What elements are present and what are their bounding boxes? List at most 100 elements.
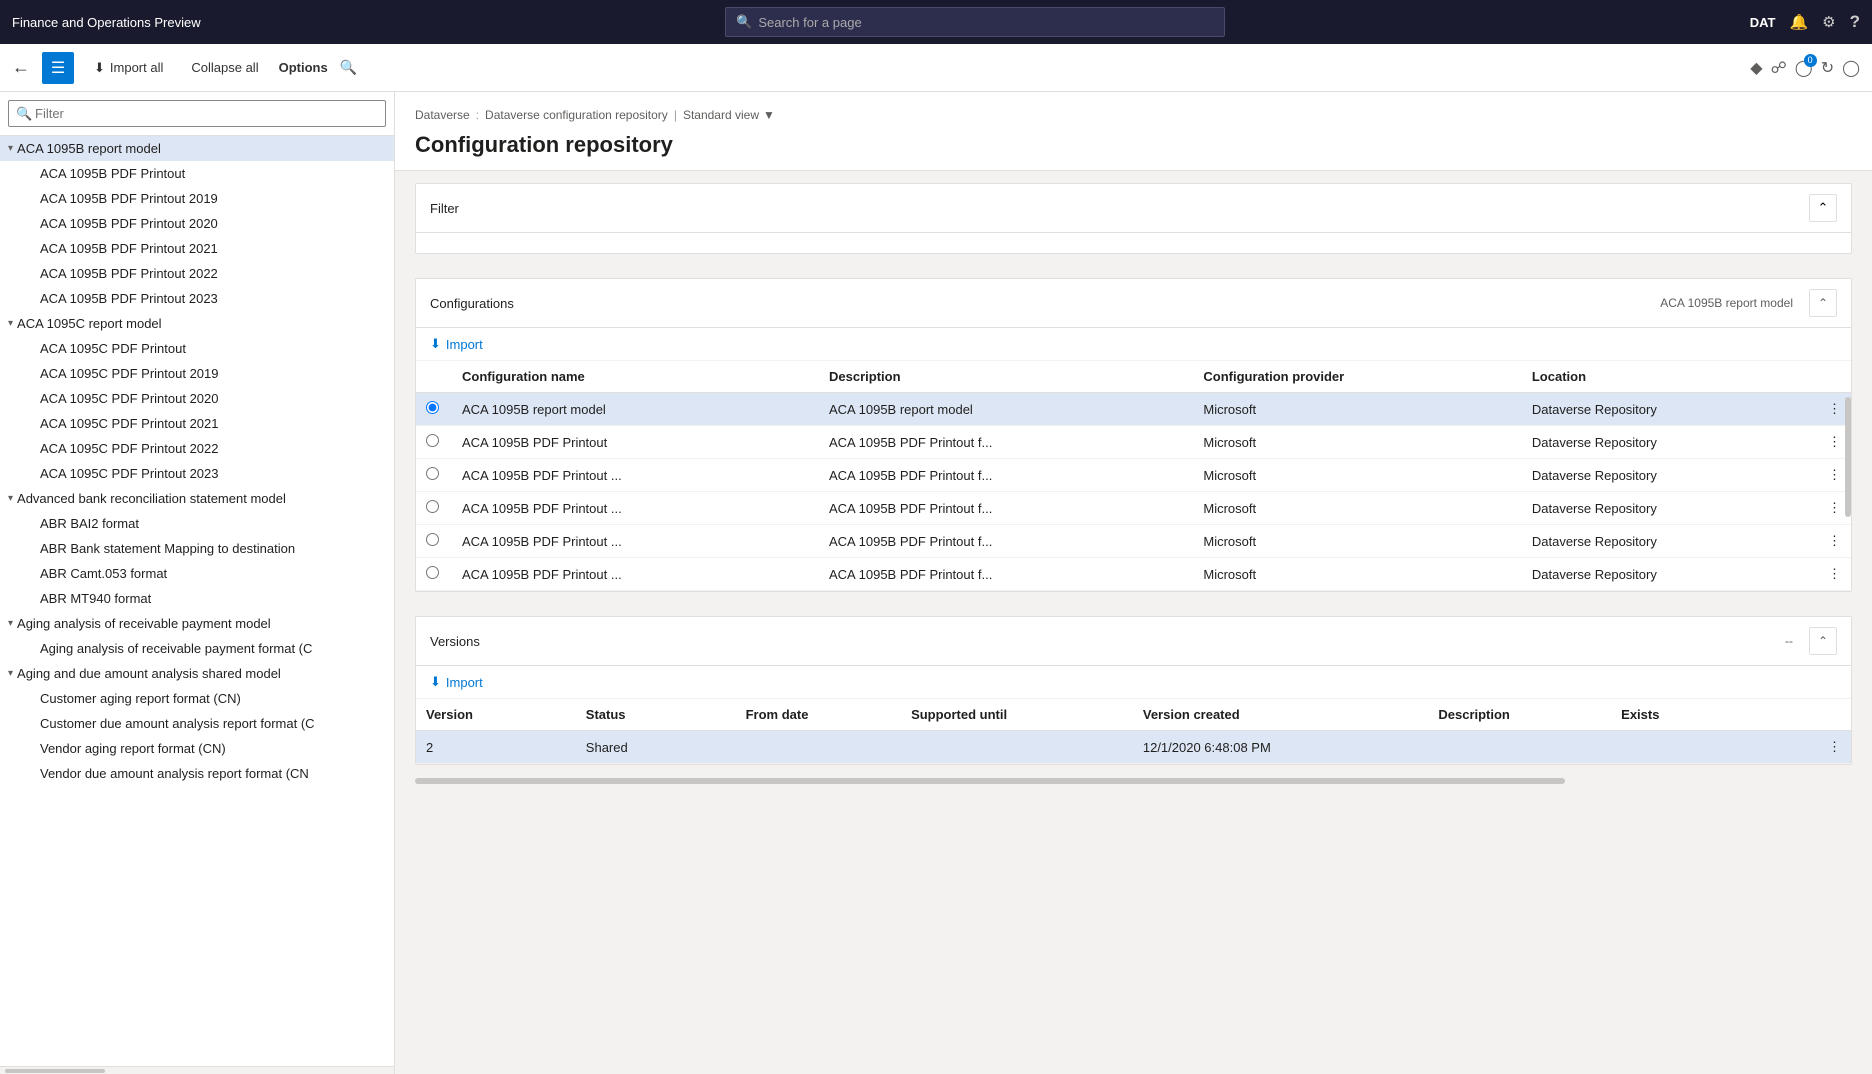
tree-arrow-icon: ▾ [8,668,13,679]
global-search[interactable]: 🔍 [725,7,1225,37]
sidebar-item-aca1095b-pdf-2020[interactable]: ACA 1095B PDF Printout 2020 [0,211,394,236]
sidebar-item-label: Vendor due amount analysis report format… [40,766,309,781]
configurations-import-button[interactable]: ⬇ Import [430,336,483,352]
configurations-table-scroll[interactable]: Configuration nameDescriptionConfigurati… [416,361,1851,591]
sidebar-item-vendor-aging[interactable]: Vendor aging report format (CN) [0,736,394,761]
layout-icon[interactable]: ☍ [1771,58,1787,78]
config-more-button[interactable]: ⋮ [1818,558,1851,591]
breadcrumb-chevron-icon: ▼ [763,108,775,122]
configurations-table-row[interactable]: ACA 1095B PDF Printout ...ACA 1095B PDF … [416,558,1851,591]
config-more-button[interactable]: ⋮ [1818,525,1851,558]
tree-arrow-icon: ▾ [8,143,13,154]
sidebar-item-label: ACA 1095B PDF Printout [40,166,185,181]
content-header: Dataverse : Dataverse configuration repo… [395,92,1872,171]
versions-table-scroll[interactable]: VersionStatusFrom dateSupported untilVer… [416,699,1851,764]
configurations-panel-header[interactable]: Configurations ACA 1095B report model ⌃ [416,279,1851,328]
configurations-table-row[interactable]: ACA 1095B PDF Printout ...ACA 1095B PDF … [416,459,1851,492]
config-description: ACA 1095B PDF Printout f... [819,558,1193,591]
sidebar-item-customer-due[interactable]: Customer due amount analysis report form… [0,711,394,736]
search-icon: 🔍 [736,14,752,30]
sidebar-item-abr-bank[interactable]: ABR Bank statement Mapping to destinatio… [0,536,394,561]
filter-panel-header[interactable]: Filter ⌃ [416,184,1851,233]
filter-collapse-button[interactable]: ⌃ [1809,194,1837,222]
diamond-icon[interactable]: ◆ [1750,58,1762,78]
versions-collapse-button[interactable]: ⌃ [1809,627,1837,655]
sidebar-item-customer-aging[interactable]: Customer aging report format (CN) [0,686,394,711]
hamburger-button[interactable]: ☰ [42,52,74,84]
versions-toolbar: ⬇ Import [416,666,1851,699]
sidebar-filter-area: 🔍 [0,92,394,136]
version-col-version-created: Version created [1133,699,1429,731]
configurations-panel-badge-area: ACA 1095B report model ⌃ [1660,289,1837,317]
config-location: Dataverse Repository [1522,558,1818,591]
sidebar-item-label: ACA 1095B PDF Printout 2020 [40,216,218,231]
versions-panel-header[interactable]: Versions -- ⌃ [416,617,1851,666]
sidebar-item-aca1095c-pdf-2020[interactable]: ACA 1095C PDF Printout 2020 [0,386,394,411]
sidebar-item-aca1095c-pdf-2022[interactable]: ACA 1095C PDF Printout 2022 [0,436,394,461]
configurations-collapse-button[interactable]: ⌃ [1809,289,1837,317]
search-icon-secondnav[interactable]: 🔍 [340,59,357,76]
sidebar-item-aca1095b-pdf-2022[interactable]: ACA 1095B PDF Printout 2022 [0,261,394,286]
configurations-table-row[interactable]: ACA 1095B report modelACA 1095B report m… [416,393,1851,426]
sidebar-item-abr-bai2[interactable]: ABR BAI2 format [0,511,394,536]
sidebar-item-label: Advanced bank reconciliation statement m… [17,491,286,506]
settings-icon[interactable]: ⚙ [1822,13,1835,31]
page-title: Configuration repository [415,126,1852,170]
save-icon[interactable]: ◯ [1842,58,1860,78]
badge-icon[interactable]: ◯0 [1795,58,1813,78]
sidebar-item-aca1095c-pdf[interactable]: ACA 1095C PDF Printout [0,336,394,361]
sidebar-item-abr[interactable]: ▾Advanced bank reconciliation statement … [0,486,394,511]
sidebar-item-aging-fmt[interactable]: Aging analysis of receivable payment for… [0,636,394,661]
versions-import-button[interactable]: ⬇ Import [430,674,483,690]
version-more-button[interactable]: ⋮ [1771,731,1851,764]
sidebar-filter-input[interactable] [8,100,386,127]
back-button[interactable]: ← [12,57,30,78]
sidebar-item-aca1095b[interactable]: ▾ACA 1095B report model [0,136,394,161]
user-badge: DAT [1750,15,1776,30]
sidebar-item-aca1095b-pdf-2021[interactable]: ACA 1095B PDF Printout 2021 [0,236,394,261]
collapse-all-label: Collapse all [191,60,258,75]
sidebar-item-abr-camt[interactable]: ABR Camt.053 format [0,561,394,586]
versions-panel-badge: -- [1785,634,1793,648]
options-button[interactable]: Options [279,60,328,75]
content-area: Dataverse : Dataverse configuration repo… [395,92,1872,1074]
sidebar-item-aging[interactable]: ▾Aging analysis of receivable payment mo… [0,611,394,636]
versions-table-row[interactable]: 2Shared12/1/2020 6:48:08 PM⋮ [416,731,1851,764]
sidebar-item-aca1095b-pdf-2019[interactable]: ACA 1095B PDF Printout 2019 [0,186,394,211]
config-col-configuration-provider: Configuration provider [1193,361,1521,393]
sidebar-item-aca1095c-pdf-2023[interactable]: ACA 1095C PDF Printout 2023 [0,461,394,486]
sidebar-item-aca1095c-pdf-2019[interactable]: ACA 1095C PDF Printout 2019 [0,361,394,386]
breadcrumb-view-dropdown[interactable]: Standard view ▼ [683,108,775,122]
configurations-table-row[interactable]: ACA 1095B PDF Printout ...ACA 1095B PDF … [416,525,1851,558]
sidebar-item-aca1095b-pdf-2023[interactable]: ACA 1095B PDF Printout 2023 [0,286,394,311]
version-col-supported-until: Supported until [901,699,1133,731]
version-col-from-date: From date [736,699,901,731]
config-provider: Microsoft [1193,492,1521,525]
question-icon[interactable]: ? [1850,12,1860,32]
versions-panel: Versions -- ⌃ ⬇ Import VersionStatusFrom… [415,616,1852,765]
sidebar-resize-handle[interactable] [390,92,394,1074]
collapse-all-button[interactable]: Collapse all [183,56,266,79]
sidebar-item-aca1095b-pdf[interactable]: ACA 1095B PDF Printout [0,161,394,186]
content-horizontal-scrollbar[interactable] [415,777,1852,785]
sidebar-item-label: ACA 1095C report model [17,316,162,331]
sidebar-item-abr-mt940[interactable]: ABR MT940 format [0,586,394,611]
sidebar-item-label: Customer due amount analysis report form… [40,716,315,731]
version-col-description: Description [1428,699,1611,731]
sidebar-item-aca1095c[interactable]: ▾ACA 1095C report model [0,311,394,336]
filter-panel-body [416,233,1851,253]
version-created: 12/1/2020 6:48:08 PM [1133,731,1429,764]
search-input[interactable] [758,15,1214,30]
config-description: ACA 1095B PDF Printout f... [819,525,1193,558]
import-all-button[interactable]: ⬇ Import all [86,56,171,80]
sidebar-horizontal-scrollbar[interactable] [0,1066,394,1074]
configurations-table-row[interactable]: ACA 1095B PDF Printout ...ACA 1095B PDF … [416,492,1851,525]
sidebar-item-vendor-due[interactable]: Vendor due amount analysis report format… [0,761,394,786]
configurations-table-row[interactable]: ACA 1095B PDF PrintoutACA 1095B PDF Prin… [416,426,1851,459]
sidebar-item-aca1095c-pdf-2021[interactable]: ACA 1095C PDF Printout 2021 [0,411,394,436]
sidebar-item-aging-due[interactable]: ▾Aging and due amount analysis shared mo… [0,661,394,686]
configurations-vertical-scrollbar[interactable] [1845,397,1851,517]
bell-icon[interactable]: 🔔 [1789,13,1808,31]
config-name: ACA 1095B report model [452,393,819,426]
refresh-icon[interactable]: ↻ [1821,58,1834,78]
